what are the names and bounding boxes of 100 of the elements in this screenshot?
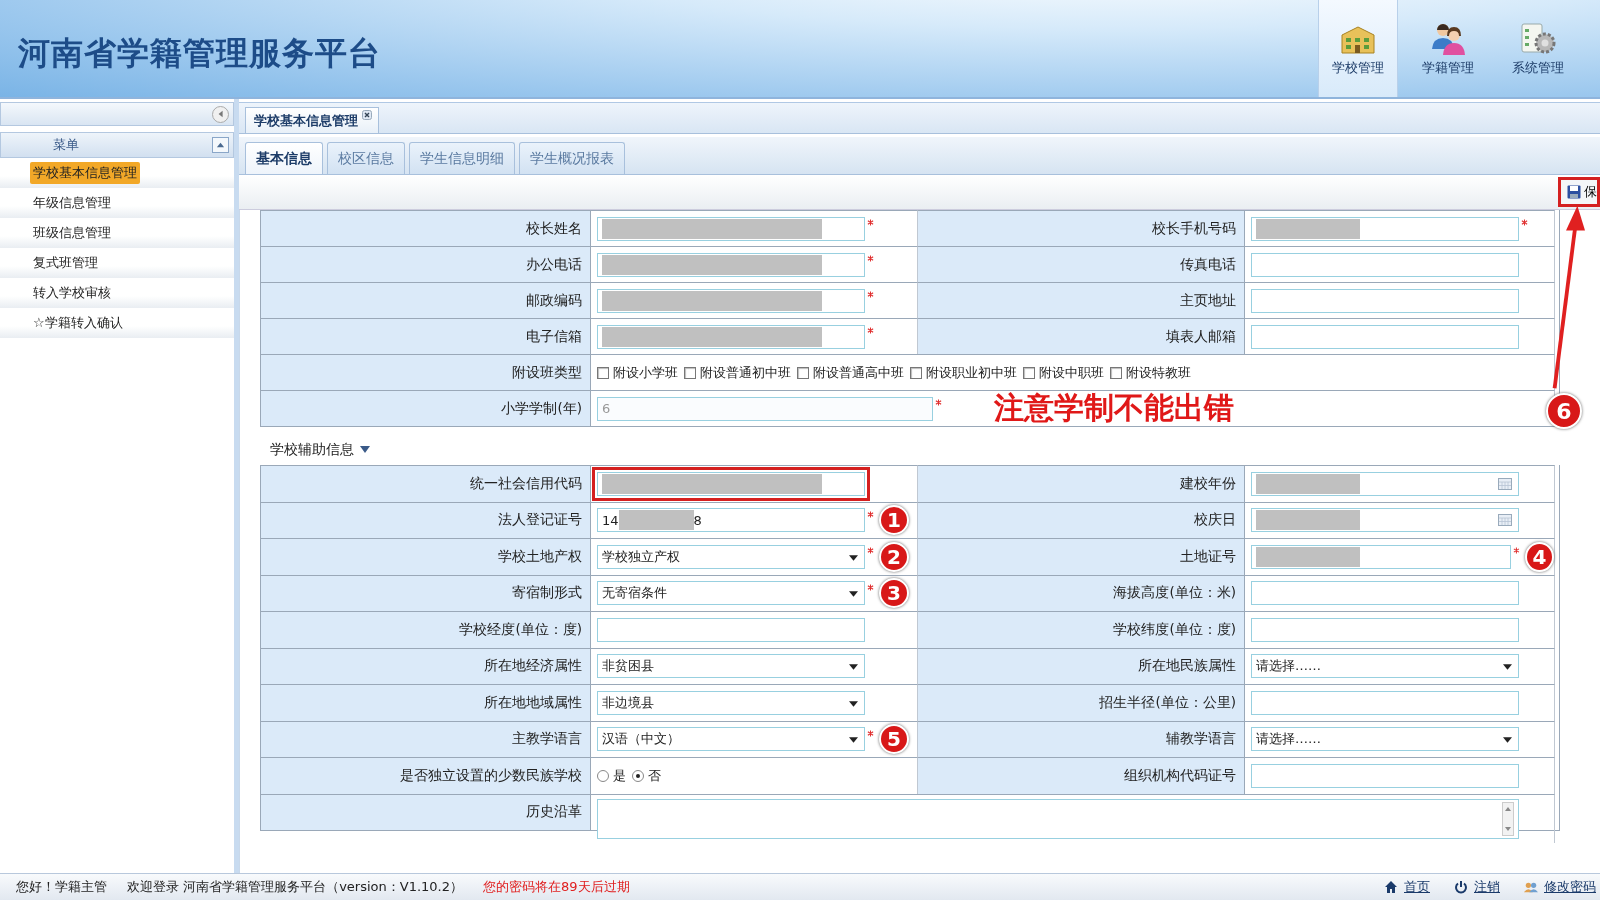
nav-button[interactable]: 系统管理	[1498, 0, 1578, 97]
field-label: 学校土地产权	[261, 538, 591, 575]
field-label: 邮政编码	[261, 282, 591, 318]
annotation-note: 注意学制不能出错	[994, 389, 1234, 427]
caret-icon[interactable]	[1503, 664, 1512, 671]
up-arrow-icon	[216, 140, 225, 150]
tab[interactable]: 学生概况报表	[519, 142, 625, 174]
radio-button[interactable]: 是	[597, 766, 626, 785]
caret-icon[interactable]	[360, 446, 370, 454]
field-label: 寄宿制形式	[261, 574, 591, 611]
dropdown[interactable]: 非边境县	[597, 690, 865, 715]
dropdown[interactable]: 非贫困县	[597, 654, 865, 679]
step-marker: 2	[879, 541, 909, 572]
scrollbar[interactable]	[1502, 801, 1514, 836]
collapse-menu-button[interactable]	[212, 137, 229, 153]
tab[interactable]: 学生信息明细	[409, 142, 515, 174]
collapse-button[interactable]	[212, 105, 229, 123]
checkbox[interactable]: 附设普通高中班	[797, 363, 904, 382]
menu-item[interactable]: 学校基本信息管理	[30, 162, 140, 184]
field-label: 所在地经济属性	[261, 647, 591, 684]
user-greeting: 您好！学籍主管	[16, 878, 107, 896]
field-label: 组织机构代码证号	[918, 757, 1245, 794]
tab[interactable]: 基本信息	[245, 142, 323, 174]
dropdown[interactable]: 请选择……	[1251, 727, 1519, 752]
field-label: 统一社会信用代码	[261, 465, 591, 502]
footer-link[interactable]: 注销	[1474, 878, 1500, 896]
input-field[interactable]	[1251, 617, 1519, 642]
checkbox[interactable]: 附设职业初中班	[910, 363, 1017, 382]
text-area[interactable]	[597, 798, 1519, 839]
caret-icon[interactable]	[849, 591, 858, 598]
field-label: 小学学制(年)	[261, 390, 591, 426]
date-field[interactable]	[1251, 508, 1519, 533]
input-field[interactable]	[1251, 763, 1519, 788]
input-field[interactable]	[1251, 288, 1519, 313]
field-label: 辅教学语言	[918, 720, 1245, 757]
footer-link[interactable]: 首页	[1404, 878, 1430, 896]
password-warning: 您的密码将在89天后过期	[483, 878, 630, 896]
field-label: 所在地地域属性	[261, 684, 591, 721]
checkbox[interactable]: 附设普通初中班	[684, 363, 791, 382]
checkbox[interactable]: 附设特教班	[1110, 363, 1191, 382]
input-field[interactable]	[597, 288, 865, 313]
site-title: 河南省学籍管理服务平台	[18, 32, 381, 74]
caret-icon[interactable]	[849, 664, 858, 671]
input-field[interactable]	[1251, 581, 1519, 606]
field-label: 校长手机号码	[918, 210, 1245, 246]
tab[interactable]: 校区信息	[327, 142, 405, 174]
field-label: 传真电话	[918, 246, 1245, 282]
caret-icon[interactable]	[1503, 737, 1512, 744]
field-label: 学校纬度(单位：度)	[918, 611, 1245, 648]
dropdown[interactable]: 请选择……	[1251, 654, 1519, 679]
nav-button[interactable]: 学籍管理	[1408, 0, 1488, 97]
footer-link[interactable]: 修改密码	[1544, 878, 1596, 896]
field-label: 主教学语言	[261, 720, 591, 757]
checkbox[interactable]: 附设小学班	[597, 363, 678, 382]
step-marker: 6	[1546, 393, 1582, 429]
step-marker: 4	[1524, 541, 1554, 572]
users-icon[interactable]	[1524, 880, 1538, 894]
menu-title: 菜单	[53, 136, 79, 154]
field-label: 校庆日	[918, 501, 1245, 538]
input-field[interactable]	[1251, 216, 1519, 241]
input-field[interactable]	[1251, 324, 1519, 349]
input-field[interactable]: 14 8	[597, 508, 865, 533]
home-icon[interactable]	[1384, 880, 1398, 894]
input-field[interactable]	[1251, 252, 1519, 277]
field-label: 海拔高度(单位：米)	[918, 574, 1245, 611]
input-field[interactable]	[597, 216, 865, 241]
power-icon[interactable]	[1454, 880, 1468, 894]
field-label: 土地证号	[918, 538, 1245, 575]
nav-button[interactable]: 学校管理	[1318, 0, 1398, 97]
dropdown[interactable]: 学校独立产权	[597, 544, 865, 569]
field-label: 校长姓名	[261, 210, 591, 246]
caret-icon[interactable]	[849, 554, 858, 561]
calendar-icon[interactable]	[1498, 477, 1512, 490]
close-icon[interactable]	[362, 110, 372, 120]
calendar-icon[interactable]	[1498, 514, 1512, 527]
step-marker: 1	[879, 505, 909, 536]
caret-icon[interactable]	[849, 737, 858, 744]
step-marker: 3	[879, 578, 909, 609]
input-field[interactable]	[597, 324, 865, 349]
checkbox[interactable]: 附设中职班	[1023, 363, 1104, 382]
field-label: 建校年份	[918, 465, 1245, 502]
step-marker: 5	[879, 724, 909, 755]
field-label: 所在地民族属性	[918, 647, 1245, 684]
field-label: 主页地址	[918, 282, 1245, 318]
input-field[interactable]	[597, 252, 865, 277]
date-field[interactable]	[1251, 471, 1519, 496]
dropdown[interactable]: 汉语（中文）	[597, 727, 865, 752]
field-label: 电子信箱	[261, 318, 591, 354]
input-field[interactable]	[1251, 544, 1511, 569]
input-field[interactable]	[1251, 690, 1519, 715]
field-label: 办公电话	[261, 246, 591, 282]
page-tab[interactable]: 学校基本信息管理	[245, 107, 379, 133]
field-label: 招生半径(单位：公里)	[918, 684, 1245, 721]
dropdown[interactable]: 无寄宿条件	[597, 581, 865, 606]
radio-button[interactable]: 否	[632, 766, 661, 785]
field-label: 是否独立设置的少数民族学校	[261, 757, 591, 794]
input-field[interactable]	[597, 617, 865, 642]
save-button[interactable]: 保	[1558, 177, 1600, 207]
caret-icon[interactable]	[849, 700, 858, 707]
section-title: 学校辅助信息	[270, 441, 354, 459]
